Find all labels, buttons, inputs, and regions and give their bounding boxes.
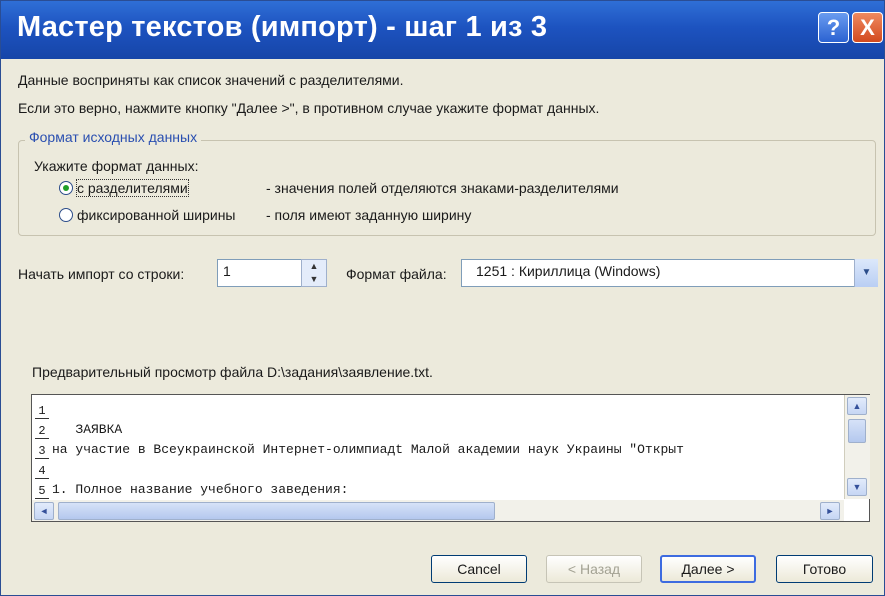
intro-line-1: Данные восприняты как список значений с … bbox=[18, 72, 404, 88]
preview-row-text: ЗАЯВКА bbox=[52, 422, 123, 437]
back-button[interactable]: < Назад bbox=[546, 555, 642, 583]
start-row-input[interactable]: 1 bbox=[217, 259, 302, 287]
preview-horizontal-scrollbar[interactable]: ◄ ► bbox=[32, 500, 844, 521]
text-import-wizard-dialog: Мастер текстов (импорт) - шаг 1 из 3 ? X… bbox=[0, 0, 885, 596]
preview-row-text: на участие в Всеукраинской Интернет-олим… bbox=[52, 442, 684, 457]
close-button[interactable]: X bbox=[852, 12, 883, 43]
row-number: 3 bbox=[35, 444, 49, 459]
radio-selected-dot bbox=[63, 185, 69, 191]
scroll-right-icon[interactable]: ► bbox=[820, 502, 840, 520]
chevron-down-icon[interactable]: ▼ bbox=[854, 259, 878, 287]
scroll-left-icon[interactable]: ◄ bbox=[34, 502, 54, 520]
window-title: Мастер текстов (импорт) - шаг 1 из 3 bbox=[17, 11, 548, 43]
vertical-scroll-thumb[interactable] bbox=[848, 419, 866, 443]
row-number: 5 bbox=[35, 484, 49, 499]
next-button[interactable]: Далее > bbox=[660, 555, 756, 583]
title-bar[interactable]: Мастер текстов (импорт) - шаг 1 из 3 ? X bbox=[1, 1, 884, 59]
start-row-label: Начать импорт со строки: bbox=[18, 266, 185, 282]
fixed-width-description: - поля имеют заданную ширину bbox=[266, 207, 472, 223]
preview-label: Предварительный просмотр файла D:\задани… bbox=[32, 364, 433, 380]
file-format-label: Формат файла: bbox=[346, 266, 447, 282]
fixed-width-radio-label[interactable]: фиксированной ширины bbox=[77, 207, 236, 223]
spin-down-icon[interactable]: ▼ bbox=[302, 273, 326, 286]
row-number: 1 bbox=[35, 404, 49, 419]
row-number: 2 bbox=[35, 424, 49, 439]
format-prompt: Укажите формат данных: bbox=[34, 158, 199, 174]
intro-line-2: Если это верно, нажмите кнопку "Далее >"… bbox=[18, 100, 600, 116]
finish-button[interactable]: Готово bbox=[776, 555, 873, 583]
format-groupbox-title: Формат исходных данных bbox=[25, 129, 202, 145]
fixed-width-radio[interactable] bbox=[59, 208, 73, 222]
help-button[interactable]: ? bbox=[818, 12, 849, 43]
preview-vertical-scrollbar[interactable]: ▲ ▼ bbox=[844, 395, 870, 499]
delimited-radio[interactable] bbox=[59, 181, 73, 195]
horizontal-scroll-thumb[interactable] bbox=[58, 502, 495, 520]
start-row-spinner[interactable]: ▲ ▼ bbox=[301, 259, 327, 287]
preview-row-text: 1. Полное название учебного заведения: bbox=[52, 482, 349, 497]
cancel-button[interactable]: Cancel bbox=[431, 555, 527, 583]
scroll-down-icon[interactable]: ▼ bbox=[847, 478, 867, 496]
delimited-radio-label[interactable]: с разделителями bbox=[76, 179, 189, 197]
file-format-select[interactable]: 1251 : Кириллица (Windows) bbox=[461, 259, 878, 287]
scroll-up-icon[interactable]: ▲ bbox=[847, 397, 867, 415]
delimited-description: - значения полей отделяются знаками-разд… bbox=[266, 180, 619, 196]
spin-up-icon[interactable]: ▲ bbox=[302, 260, 326, 273]
row-number: 4 bbox=[35, 464, 49, 479]
